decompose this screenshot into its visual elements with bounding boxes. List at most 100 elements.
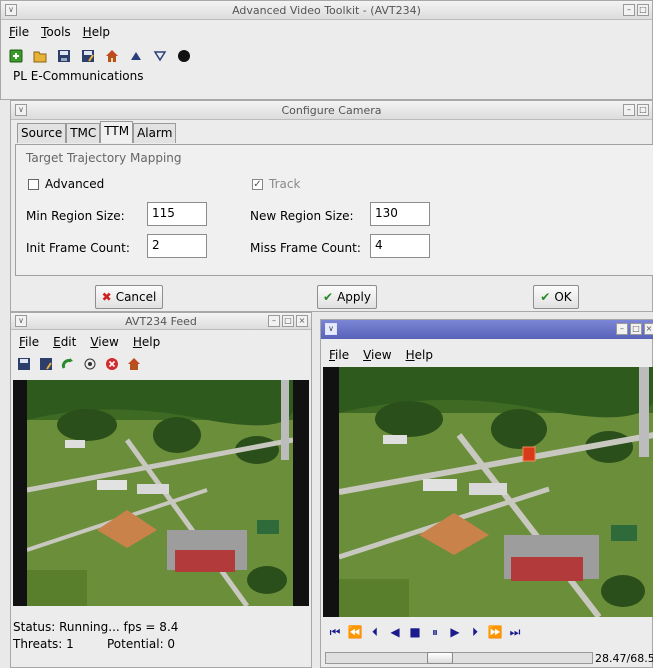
player-window: ∨ – □ × File View Help ⏮ ⏪ ⏴ ◀ ■ ⏸ ▶ ⏵ ⏩… (320, 319, 653, 668)
main-title-bar[interactable]: ∨ Advanced Video Toolkit - (AVT234) – □ (1, 1, 652, 20)
play-back-icon[interactable]: ◀ (387, 625, 403, 639)
configure-title-bar[interactable]: ∨ Configure Camera – □ (11, 101, 652, 120)
main-status-label: PL E-Communications (13, 69, 144, 83)
min-region-input[interactable]: 115 (147, 202, 207, 226)
window-menu-icon[interactable]: ∨ (15, 315, 27, 327)
track-checkbox-row[interactable]: ✓ Track (252, 177, 300, 191)
window-menu-icon[interactable]: ∨ (5, 4, 17, 16)
new-region-label: New Region Size: (250, 209, 354, 223)
miss-frame-label: Miss Frame Count: (250, 241, 361, 255)
minimize-icon[interactable]: – (268, 315, 280, 327)
player-title-bar[interactable]: ∨ – □ × (321, 320, 653, 339)
track-label: Track (269, 177, 301, 191)
stop-icon[interactable]: ■ (407, 625, 423, 639)
menu-edit[interactable]: Edit (53, 335, 76, 349)
minimize-icon[interactable]: – (616, 323, 628, 335)
main-window: ∨ Advanced Video Toolkit - (AVT234) – □ … (0, 0, 653, 100)
skip-start-icon[interactable]: ⏮ (327, 625, 343, 639)
next-frame-icon[interactable]: ⏵ (467, 625, 483, 639)
ok-label: OK (554, 290, 572, 304)
main-toolbar (1, 44, 652, 68)
main-menubar: File Tools Help (1, 20, 652, 44)
rewind-fast-icon[interactable]: ⏪ (347, 625, 363, 639)
prev-frame-icon[interactable]: ⏴ (367, 625, 383, 639)
maximize-icon[interactable]: □ (637, 4, 649, 16)
time-readout: 28.47/68.50 (595, 652, 653, 665)
advanced-checkbox-row[interactable]: Advanced (28, 177, 104, 191)
player-controls: ⏮ ⏪ ⏴ ◀ ■ ⏸ ▶ ⏵ ⏩ ⏭ (327, 625, 523, 640)
init-frame-label: Init Frame Count: (26, 241, 130, 255)
save-as-icon[interactable] (81, 49, 95, 63)
menu-file[interactable]: File (329, 348, 349, 362)
threats-count: Threats: 1 (13, 637, 74, 651)
tab-source[interactable]: Source (17, 123, 67, 143)
configure-camera-window: ∨ Configure Camera – □ Source TMC TTM Al… (10, 100, 653, 312)
tab-alarm[interactable]: Alarm (133, 123, 177, 143)
apply-button[interactable]: ✔ Apply (317, 285, 377, 309)
save-icon[interactable] (17, 357, 31, 371)
configure-title: Configure Camera (281, 103, 382, 117)
main-window-title: Advanced Video Toolkit - (AVT234) (232, 3, 421, 17)
advanced-label: Advanced (45, 177, 105, 191)
stop-icon[interactable] (105, 357, 119, 371)
open-folder-icon[interactable] (33, 49, 47, 63)
maximize-icon[interactable]: □ (282, 315, 294, 327)
save-icon[interactable] (57, 49, 71, 63)
feed-title-bar[interactable]: ∨ AVT234 Feed – □ × (11, 313, 311, 330)
seek-thumb[interactable] (427, 652, 453, 664)
min-region-label: Min Region Size: (26, 209, 125, 223)
close-icon[interactable]: × (296, 315, 308, 327)
menu-help[interactable]: Help (406, 348, 433, 362)
aerial-feed-image (27, 380, 293, 606)
new-region-input[interactable]: 130 (370, 202, 430, 226)
feed-status: Status: Running... fps = 8.4 (13, 620, 179, 634)
ttm-panel: Target Trajectory Mapping Advanced ✓ Tra… (15, 144, 653, 276)
down-arrow-icon[interactable] (153, 49, 167, 63)
refresh-icon[interactable] (61, 357, 75, 371)
play-icon[interactable]: ▶ (447, 625, 463, 639)
init-frame-input[interactable]: 2 (147, 234, 207, 258)
advanced-checkbox[interactable] (28, 178, 39, 190)
feed-video (13, 380, 309, 606)
menu-file[interactable]: File (19, 335, 39, 349)
menu-view[interactable]: View (90, 335, 118, 349)
skip-end-icon[interactable]: ⏭ (507, 625, 523, 639)
tab-strip: Source TMC TTM Alarm (17, 121, 177, 143)
feed-title: AVT234 Feed (125, 314, 197, 328)
menu-file[interactable]: File (9, 25, 29, 39)
record-icon[interactable] (177, 49, 191, 63)
up-arrow-icon[interactable] (129, 49, 143, 63)
window-menu-icon[interactable]: ∨ (15, 104, 27, 116)
player-video (323, 367, 653, 617)
close-icon[interactable]: × (644, 323, 653, 335)
home-icon[interactable] (127, 357, 141, 371)
new-icon[interactable] (9, 49, 23, 63)
minimize-icon[interactable]: – (623, 104, 635, 116)
track-checkbox[interactable]: ✓ (252, 178, 263, 190)
ok-button[interactable]: ✔ OK (533, 285, 579, 309)
cancel-button[interactable]: ✖ Cancel (95, 285, 163, 309)
cancel-icon: ✖ (101, 290, 112, 304)
menu-help[interactable]: Help (133, 335, 160, 349)
apply-label: Apply (337, 290, 371, 304)
window-menu-icon[interactable]: ∨ (325, 323, 337, 335)
home-icon[interactable] (105, 49, 119, 63)
minimize-icon[interactable]: – (623, 4, 635, 16)
feed-menubar: File Edit View Help (11, 330, 311, 354)
miss-frame-input[interactable]: 4 (370, 234, 430, 258)
tab-ttm[interactable]: TTM (100, 121, 134, 143)
cancel-label: Cancel (115, 290, 157, 304)
menu-help[interactable]: Help (83, 25, 110, 39)
menu-tools[interactable]: Tools (41, 25, 71, 39)
feed-toolbar (11, 354, 311, 374)
maximize-icon[interactable]: □ (630, 323, 642, 335)
save-as-icon[interactable] (39, 357, 53, 371)
seek-track[interactable] (325, 652, 593, 664)
apply-check-icon: ✔ (323, 290, 334, 304)
fast-forward-icon[interactable]: ⏩ (487, 625, 503, 639)
menu-view[interactable]: View (363, 348, 391, 362)
target-icon[interactable] (83, 357, 97, 371)
pause-icon[interactable]: ⏸ (427, 625, 443, 639)
maximize-icon[interactable]: □ (637, 104, 649, 116)
tab-tmc[interactable]: TMC (66, 123, 101, 143)
